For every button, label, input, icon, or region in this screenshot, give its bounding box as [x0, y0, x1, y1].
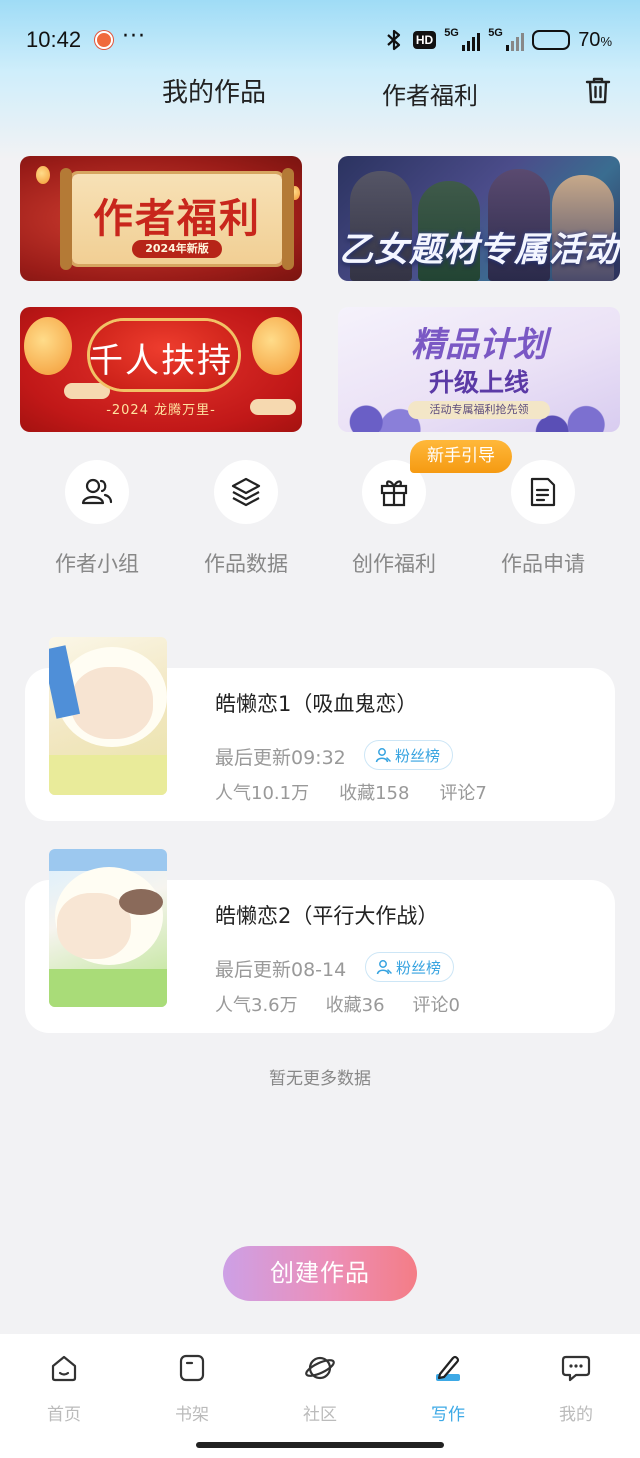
create-work-button[interactable]: 创建作品: [223, 1246, 417, 1301]
nav-label: 首页: [47, 1405, 81, 1425]
home-icon: [51, 1355, 77, 1382]
fan-ranking-label: 粉丝榜: [396, 958, 442, 977]
tab-author-welfare[interactable]: 作者福利: [382, 76, 478, 111]
scroll-decoration: 作者福利 2024年新版: [60, 168, 294, 270]
work-updated-time: 最后更新08-14: [215, 959, 347, 981]
planet-icon: [305, 1356, 335, 1380]
work-updated-time: 最后更新09:32: [215, 747, 346, 769]
shortcut-work-data[interactable]: 作品数据: [186, 460, 306, 578]
banner-subtitle: 升级上线: [428, 368, 529, 397]
work-cover[interactable]: [49, 637, 167, 795]
status-time: 10:42: [26, 27, 82, 52]
work-stats: 人气3.6万 收藏36 评论0: [215, 991, 488, 1017]
signal-icon-secondary: 5G: [488, 27, 525, 51]
nav-item-home[interactable]: 首页: [24, 1352, 104, 1425]
layers-icon: [231, 477, 261, 507]
work-comments: 评论7: [439, 783, 487, 804]
banner-author-welfare[interactable]: 作者福利 2024年新版: [20, 156, 302, 281]
banner-title: 精品计划: [411, 325, 547, 365]
signal-icon: 5G: [444, 27, 481, 51]
nav-label: 写作: [431, 1405, 465, 1425]
user-icon: [376, 960, 392, 975]
document-icon: [530, 477, 556, 507]
users-icon: [81, 478, 113, 505]
shortcut-label: 创作福利: [352, 552, 436, 576]
cloud-decoration: [64, 383, 110, 399]
banner-thousand-support[interactable]: 千人扶持 -2024 龙腾万里-: [20, 307, 302, 432]
gift-icon: [380, 480, 408, 507]
banner-title: 乙女题材专属活动: [339, 230, 619, 270]
nav-label: 我的: [559, 1405, 593, 1425]
shortcut-author-group[interactable]: 作者小组: [37, 460, 157, 578]
bookshelf-icon: [179, 1354, 205, 1382]
bluetooth-icon: [387, 29, 400, 51]
app-notification-icon: [95, 31, 113, 49]
nav-item-mine[interactable]: 我的: [536, 1352, 616, 1425]
work-title: 皓懒恋2（平行大作战）: [215, 904, 439, 928]
banner-subtitle: 2024年新版: [132, 240, 222, 258]
home-indicator[interactable]: [196, 1442, 444, 1448]
no-more-data-text: 暂无更多数据: [269, 1069, 371, 1089]
more-notifications-icon: ···: [122, 24, 146, 49]
banner-title: 千人扶持: [89, 341, 233, 381]
fan-ranking-button[interactable]: 粉丝榜: [365, 952, 455, 982]
shortcut-label: 作者小组: [55, 552, 139, 576]
status-bar: 10:42 ··· HD 5G 5G 70%: [0, 0, 640, 80]
battery-icon: [532, 30, 571, 50]
shortcut-creation-welfare[interactable]: 创作福利: [334, 460, 454, 578]
banner-tag: 活动专属福利抢先领: [408, 401, 550, 419]
nav-label: 社区: [303, 1405, 337, 1425]
nav-label: 书架: [175, 1405, 209, 1425]
tab-my-works[interactable]: 我的作品: [162, 72, 266, 109]
banner-subtitle: -2024 龙腾万里-: [106, 403, 216, 418]
work-title: 皓懒恋1（吸血鬼恋）: [215, 692, 418, 716]
nav-item-bookshelf[interactable]: 书架: [152, 1352, 232, 1425]
trash-icon[interactable]: [582, 74, 614, 106]
chat-bubble-icon: [561, 1355, 591, 1382]
work-comments: 评论0: [412, 995, 460, 1016]
nav-item-community[interactable]: 社区: [280, 1352, 360, 1425]
work-cover[interactable]: [49, 849, 167, 1007]
banner-premium-plan[interactable]: 精品计划 升级上线 活动专属福利抢先领: [338, 307, 620, 432]
hd-voice-badge: HD: [412, 31, 437, 49]
shortcut-label: 作品申请: [501, 552, 585, 576]
battery-percent: 70%: [578, 28, 612, 51]
work-favorites: 收藏36: [325, 995, 385, 1016]
nav-item-write[interactable]: 写作: [408, 1352, 488, 1425]
pen-icon: [436, 1355, 460, 1381]
fan-ranking-button[interactable]: 粉丝榜: [364, 740, 454, 770]
newbie-guide-badge[interactable]: 新手引导: [410, 440, 512, 473]
banner-otome-event[interactable]: 乙女题材专属活动: [338, 156, 620, 281]
work-popularity: 人气3.6万: [215, 995, 298, 1016]
work-favorites: 收藏158: [339, 783, 410, 804]
lantern-decoration: [36, 166, 50, 184]
user-icon: [375, 748, 391, 763]
fan-ranking-label: 粉丝榜: [395, 746, 441, 765]
shortcut-label: 作品数据: [204, 552, 288, 576]
work-stats: 人气10.1万 收藏158 评论7: [215, 779, 517, 805]
status-indicators: HD 5G 5G 70%: [383, 26, 612, 54]
work-popularity: 人气10.1万: [215, 783, 310, 804]
banner-title: 作者福利: [93, 195, 261, 242]
bottom-navigation: 首页 书架 社区 写作 我的: [0, 1334, 640, 1458]
shortcut-work-application[interactable]: 作品申请: [483, 460, 603, 578]
